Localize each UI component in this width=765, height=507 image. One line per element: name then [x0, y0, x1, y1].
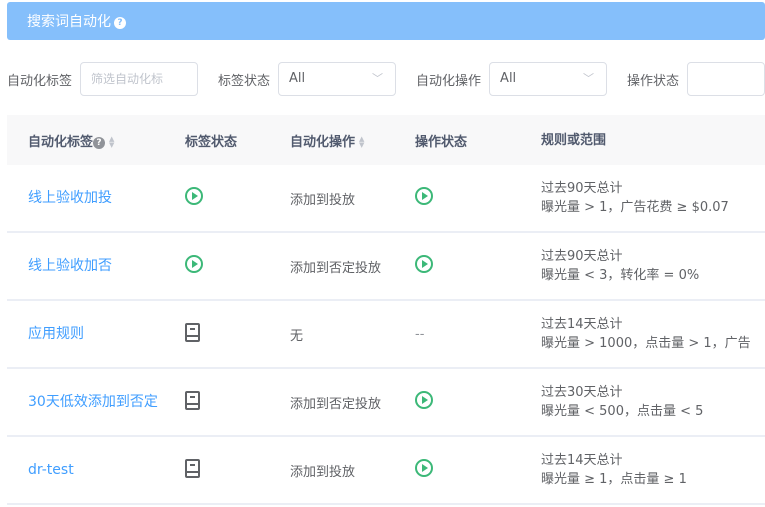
document-icon — [185, 390, 200, 410]
op-status-label: 操作状态 — [627, 73, 680, 89]
op-status-text: -- — [415, 326, 425, 342]
rule-period: 过去14天总计 — [541, 317, 623, 332]
tag-link[interactable]: 线上验收加否 — [28, 256, 158, 276]
rule-condition: 曝光量 < 500，点击量 < 5 — [541, 404, 704, 419]
header-label: 自动化标签 — [28, 134, 94, 150]
active-status-icon — [415, 187, 433, 205]
rule-condition: 曝光量 ≥ 1，点击量 ≥ 1 — [541, 472, 687, 487]
action-value: All — [500, 71, 517, 86]
table-row: dr-test 添加到投放 过去14天总计曝光量 ≥ 1，点击量 ≥ 1 — [7, 437, 765, 505]
action-text: 添加到否定投放 — [290, 396, 382, 412]
active-status-icon — [185, 255, 203, 273]
active-status-icon — [415, 459, 433, 477]
op-status-select[interactable] — [687, 62, 765, 96]
table-header: 自动化标签? ▲ ▼ 标签状态 自动化操作 ▲ ▼ 操作状态 规则或范围 — [7, 115, 765, 165]
table-row: 30天低效添加到否定 添加到否定投放 过去30天总计曝光量 < 500，点击量 < … — [7, 369, 765, 437]
tag-link[interactable]: 线上验收加投 — [28, 188, 158, 208]
banner-title: 搜索词自动化 — [27, 14, 111, 30]
header-tag[interactable]: 自动化标签? ▲ ▼ — [7, 131, 185, 150]
header-tag-status: 标签状态 — [185, 134, 238, 150]
chevron-down-icon: ﹀ — [372, 72, 384, 85]
active-status-icon — [185, 187, 203, 205]
action-select[interactable]: All ﹀ — [489, 62, 608, 96]
action-text: 添加到投放 — [290, 464, 356, 480]
rule-period: 过去90天总计 — [541, 249, 623, 264]
table-row: 应用规则 无 -- 过去14天总计曝光量 > 1000，点击量 > 1，广告 — [7, 301, 765, 369]
action-text: 添加到否定投放 — [290, 260, 382, 276]
tag-status-value: All — [289, 71, 306, 86]
action-text: 添加到投放 — [290, 192, 356, 208]
tag-status-label: 标签状态 — [218, 73, 271, 89]
rule-condition: 曝光量 > 1000，点击量 > 1，广告 — [541, 336, 751, 351]
rule-period: 过去90天总计 — [541, 181, 623, 196]
active-status-icon — [415, 255, 433, 273]
tag-status-select[interactable]: All ﹀ — [278, 62, 397, 96]
tag-filter-label: 自动化标签 — [7, 73, 73, 89]
rule-period: 过去30天总计 — [541, 385, 623, 400]
automation-table: 自动化标签? ▲ ▼ 标签状态 自动化操作 ▲ ▼ 操作状态 规则或范围 线上验收加投添… — [7, 115, 765, 505]
action-text: 无 — [290, 328, 304, 344]
header-op-status: 操作状态 — [415, 134, 468, 150]
rule-condition: 曝光量 < 3，转化率 = 0% — [541, 268, 700, 283]
action-label: 自动化操作 — [416, 73, 482, 89]
question-circle-icon[interactable]: ? — [114, 17, 126, 29]
table-row: 线上验收加投 添加到投放 过去90天总计曝光量 > 1，广告花费 ≥ $0.07 — [7, 165, 765, 233]
page-banner: 搜索词自动化? — [7, 2, 765, 40]
rule-period: 过去14天总计 — [541, 453, 623, 468]
table-row: 线上验收加否 添加到否定投放 过去90天总计曝光量 < 3，转化率 = 0% — [7, 233, 765, 301]
table-body: 线上验收加投 添加到投放 过去90天总计 曝光量 > 1，广告花费 ≥ $0.07 线上… — [7, 165, 765, 505]
document-icon — [185, 458, 200, 478]
active-status-icon — [415, 391, 433, 409]
tag-link[interactable]: 应用规则 — [28, 324, 158, 344]
sort-icon[interactable]: ▲ ▼ — [109, 136, 114, 149]
chevron-down-icon: ﹀ — [583, 72, 595, 85]
tag-link[interactable]: dr-test — [28, 460, 158, 480]
tag-link[interactable]: 30天低效添加到否定 — [28, 392, 158, 412]
header-action[interactable]: 自动化操作 ▲ ▼ — [290, 131, 415, 150]
tag-filter-input[interactable]: 筛选自动化标 — [80, 62, 199, 96]
header-label: 自动化操作 — [290, 134, 356, 150]
sort-icon[interactable]: ▲ ▼ — [359, 136, 364, 149]
filter-bar: 自动化标签 筛选自动化标 标签状态 All ﹀ 自动化操作 All ﹀ 操作状态 — [7, 62, 765, 96]
rule-condition: 曝光量 > 1，广告花费 ≥ $0.07 — [541, 200, 729, 215]
help-icon[interactable]: ? — [93, 136, 106, 149]
header-rule: 规则或范围 — [541, 132, 607, 148]
document-icon — [185, 322, 200, 342]
